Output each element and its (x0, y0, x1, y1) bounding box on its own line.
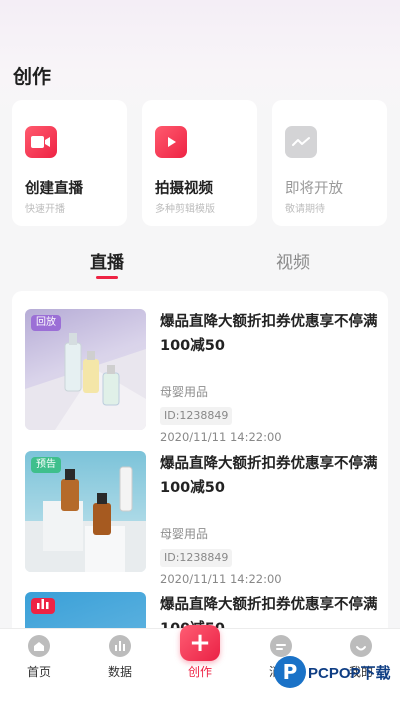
card-title: 拍摄视频 (155, 181, 213, 197)
play-icon (155, 126, 187, 158)
preview-badge: 预告 (31, 457, 61, 473)
nav-home[interactable]: 首页 (9, 629, 69, 689)
card-subtitle: 多种剪辑模版 (155, 204, 215, 215)
data-bars-icon (109, 635, 131, 657)
item-category: 母婴用品 (160, 527, 209, 541)
message-icon (270, 635, 292, 657)
coming-soon-card: 即将开放 敬请期待 (272, 100, 387, 226)
nav-label: 数据 (107, 665, 132, 679)
item-title: 爆品直降大额折扣券优惠享不停满100减50 (160, 456, 378, 496)
watermark-icon: P (274, 656, 306, 688)
tab-video[interactable]: 视频 (276, 248, 310, 273)
card-subtitle: 敬请期待 (285, 204, 325, 215)
live-list: 回放 爆品直降大额折扣券优惠享不停满100减50 母婴用品 ID:1238849… (12, 291, 388, 631)
product-thumbnail: 预告 (25, 451, 146, 572)
card-title: 即将开放 (285, 181, 343, 197)
feature-cards: 创建直播 快速开播 拍摄视频 多种剪辑模版 即将开放 敬请期待 (12, 100, 388, 226)
item-time: 2020/11/11 14:22:00 (160, 572, 282, 586)
nav-create[interactable]: + 创作 (170, 625, 230, 689)
card-title: 创建直播 (25, 181, 83, 197)
profile-icon (350, 635, 372, 657)
list-item[interactable]: 预告 爆品直降大额折扣券优惠享不停满100减50 母婴用品 ID:1238849… (25, 451, 380, 586)
wave-icon (285, 126, 317, 158)
card-subtitle: 快速开播 (25, 204, 65, 215)
live-bars-icon (31, 598, 55, 614)
product-thumbnail: 回放 (25, 309, 146, 430)
watermark-text: PCPOP下载 (308, 665, 391, 682)
create-live-card[interactable]: 创建直播 快速开播 (12, 100, 127, 226)
plus-icon: + (180, 625, 220, 661)
page-title: 创作 (13, 66, 52, 88)
active-tab-indicator (96, 276, 118, 279)
tab-live[interactable]: 直播 (90, 248, 124, 273)
content-tabs: 直播 视频 (0, 248, 400, 282)
nav-label: 首页 (26, 665, 51, 679)
item-category: 母婴用品 (160, 385, 209, 399)
nav-label: 创作 (187, 665, 212, 679)
home-icon (28, 635, 50, 657)
replay-badge: 回放 (31, 315, 61, 331)
item-time: 2020/11/11 14:22:00 (160, 430, 282, 444)
shoot-video-card[interactable]: 拍摄视频 多种剪辑模版 (142, 100, 257, 226)
item-id: ID:1238849 (160, 407, 233, 425)
video-camera-icon (25, 126, 57, 158)
item-id: ID:1238849 (160, 549, 233, 567)
nav-data[interactable]: 数据 (90, 629, 150, 689)
product-thumbnail (25, 592, 146, 631)
list-item[interactable]: 回放 爆品直降大额折扣券优惠享不停满100减50 母婴用品 ID:1238849… (25, 309, 380, 444)
item-title: 爆品直降大额折扣券优惠享不停满100减50 (160, 314, 378, 354)
watermark-logo: P PCPOP下载 (274, 656, 400, 720)
